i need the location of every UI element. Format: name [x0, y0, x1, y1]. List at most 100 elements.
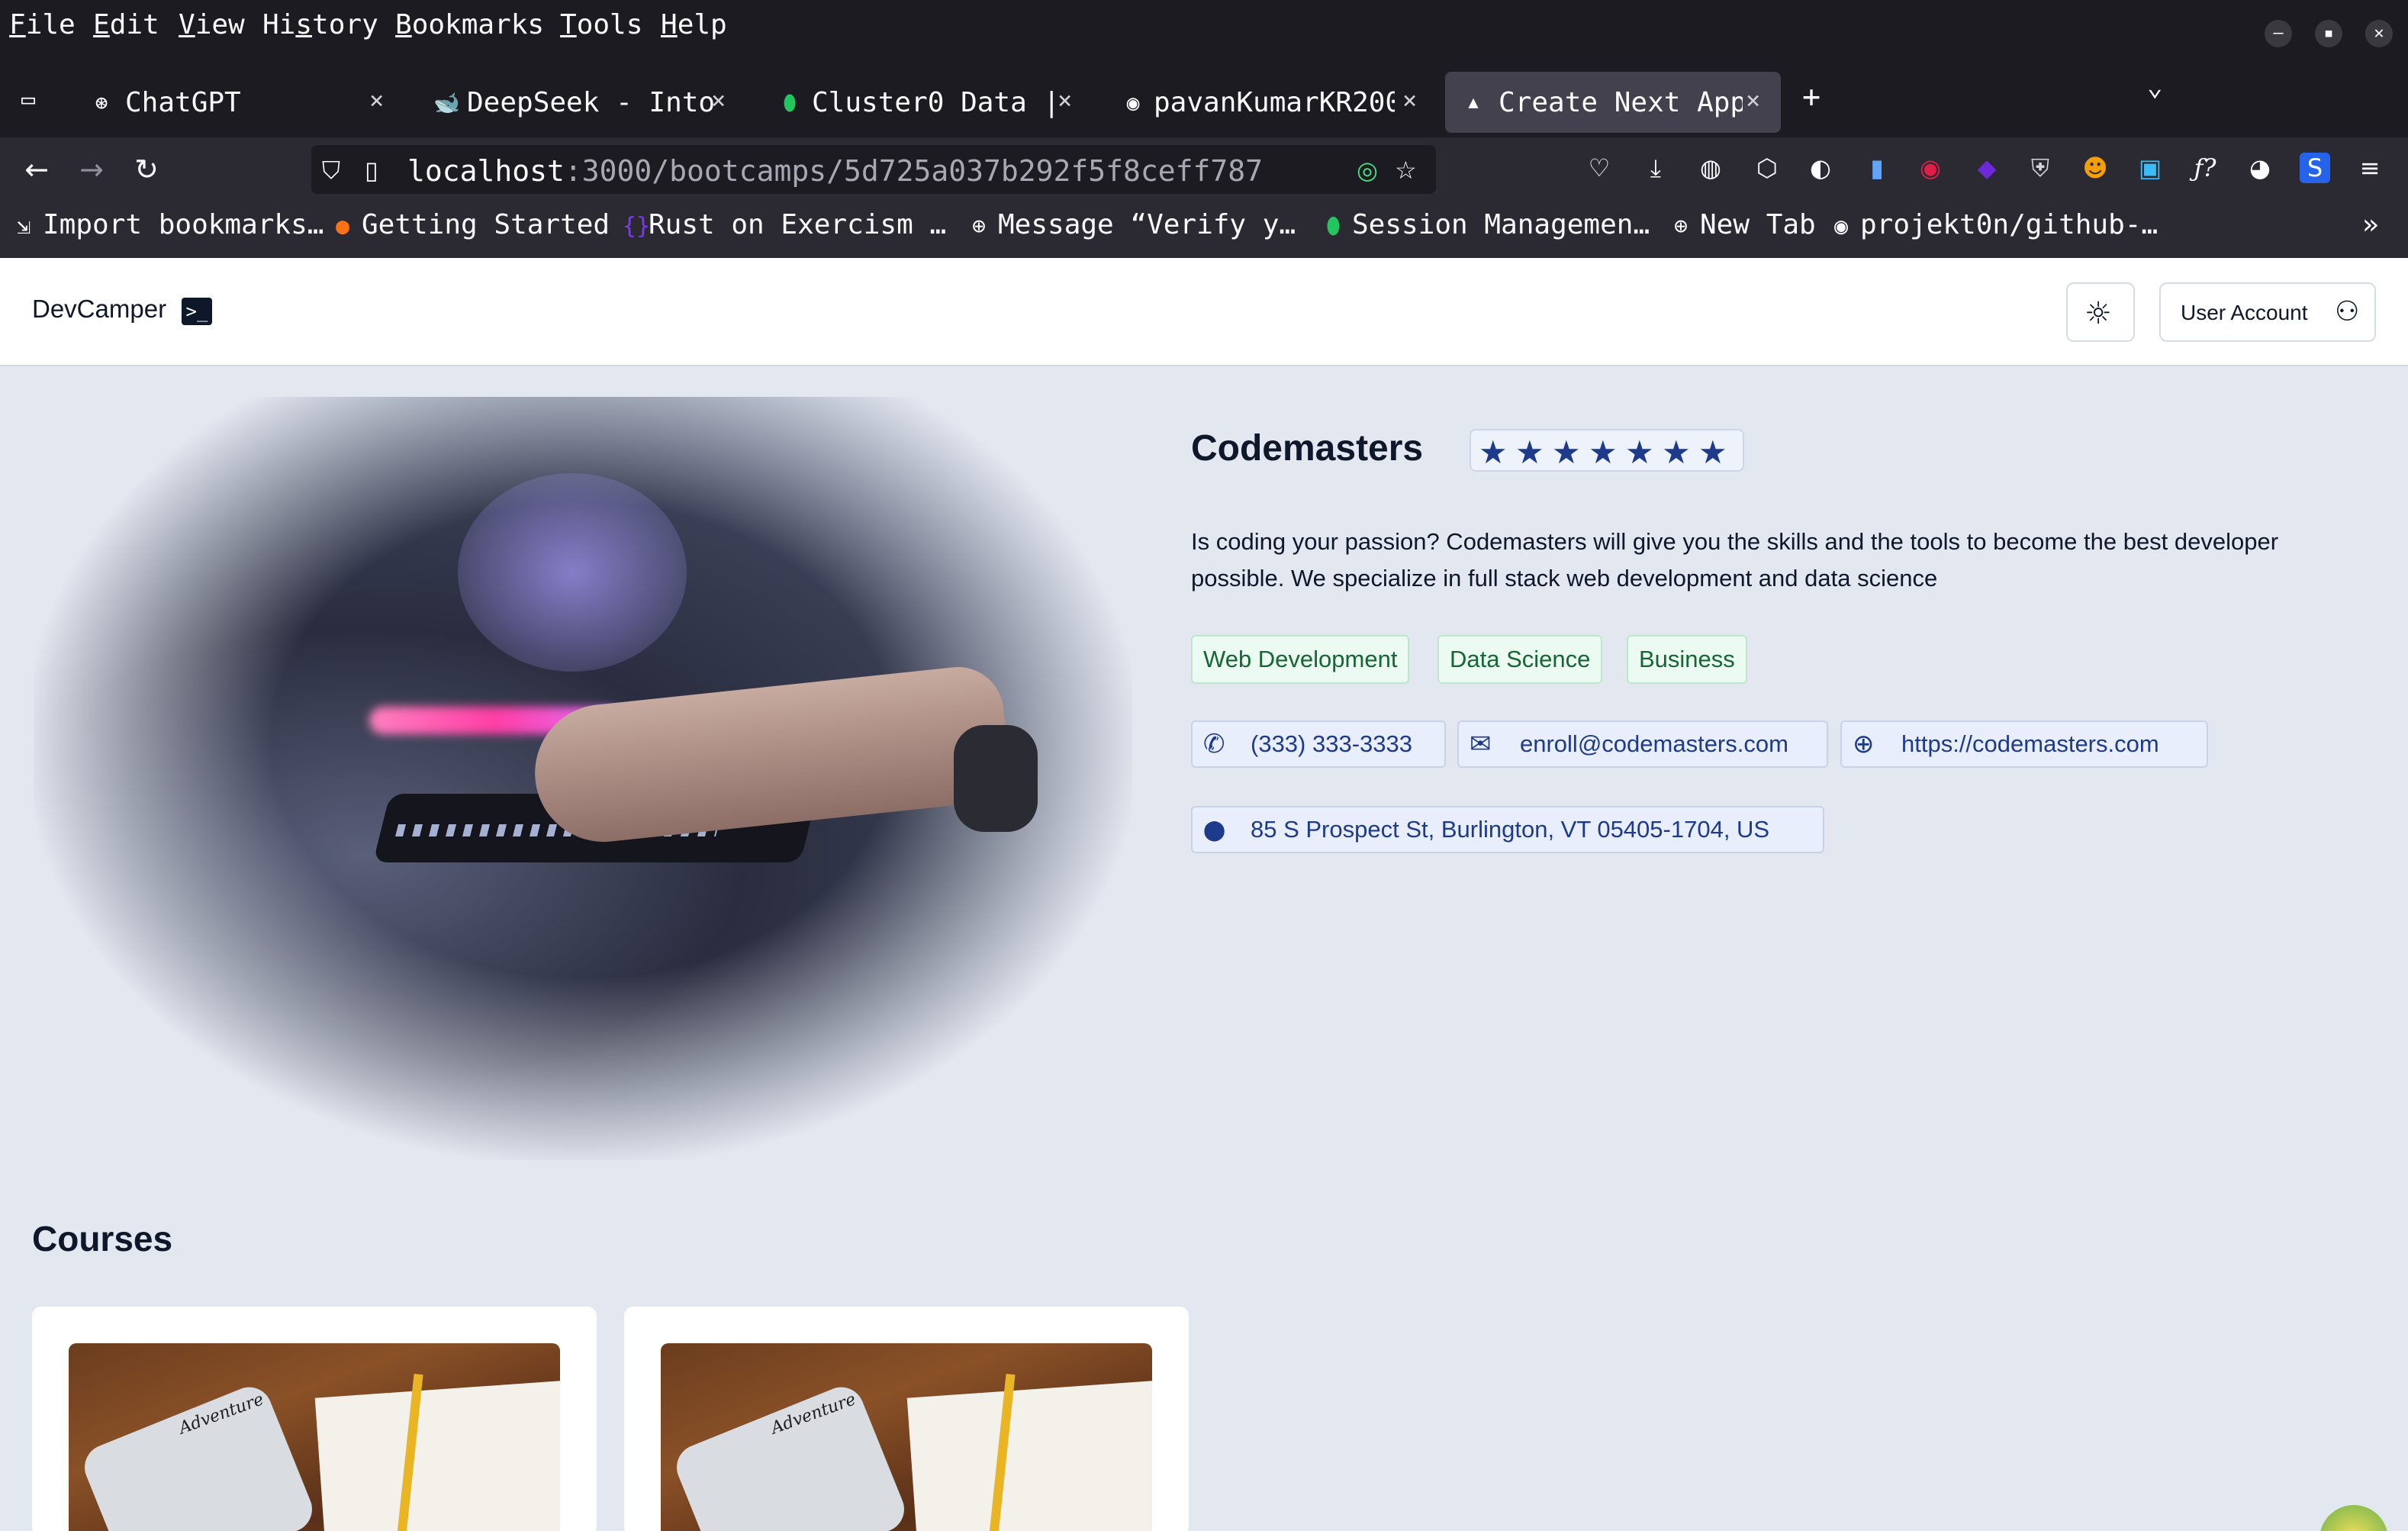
browser-chrome: File Edit View History Bookmarks Tools H…	[0, 0, 2408, 258]
address-contact[interactable]: ⬤ 85 S Prospect St, Burlington, VT 05405…	[1191, 806, 1824, 853]
course-image: Adventure	[69, 1343, 560, 1531]
chatgpt-icon: ⊛	[95, 90, 108, 115]
menu-help[interactable]: Help	[661, 9, 727, 40]
back-button[interactable]: ←	[15, 148, 58, 191]
extension-target-icon[interactable]: ◎	[1357, 156, 1378, 185]
star-icon: ★	[1625, 434, 1654, 471]
career-badge-data-science: Data Science	[1437, 635, 1603, 684]
globe-icon: ⊕	[1674, 213, 1688, 240]
notebook-shape	[906, 1380, 1152, 1531]
menu-edit[interactable]: Edit	[93, 9, 159, 40]
tab-list-chevron-icon[interactable]: ⌄	[2147, 72, 2162, 102]
url-text[interactable]: localhost:3000/bootcamps/5d725a037b292f5…	[407, 154, 1263, 188]
bookmark-projekt0n-github[interactable]: ◉ projekt0n/github-…	[1834, 209, 2158, 240]
bookmark-message-verify[interactable]: ⊕ Message “Verify y…	[972, 209, 1296, 240]
hero-watch	[954, 725, 1038, 832]
tab-github[interactable]: ◉ pavanKumarKR200 ×	[1115, 72, 1421, 133]
tab-label: Create Next App	[1499, 87, 1743, 118]
email-address: enroll@codemasters.com	[1520, 730, 1788, 757]
tab-create-next-app[interactable]: ▲ Create Next App ×	[1445, 72, 1781, 133]
sun-icon: ☼	[2084, 296, 2112, 331]
page-info-icon[interactable]: ▯	[365, 156, 378, 185]
menu-bookmarks[interactable]: Bookmarks	[395, 9, 544, 40]
shield-icon[interactable]: ⛉	[322, 156, 340, 185]
tab-bar: ▭ ⊛ ChatGPT × 🐋 DeepSeek - Into × ⬮ Clus…	[0, 67, 2408, 137]
url-bar[interactable]: ⛉ ▯ localhost:3000/bootcamps/5d725a037b2…	[311, 145, 1436, 194]
github-icon: ◉	[1126, 90, 1140, 115]
lock-extension-icon[interactable]: ▣	[2135, 153, 2165, 183]
star-icon: ★	[1589, 434, 1618, 471]
tab-close-button[interactable]: ×	[1402, 85, 1417, 114]
email-link[interactable]: ✉ enroll@codemasters.com	[1457, 720, 1828, 768]
bookmark-new-tab[interactable]: ⊕ New Tab	[1674, 209, 1816, 240]
hamburger-menu-icon[interactable]: ≡	[2355, 153, 2385, 183]
app-header: DevCamper >_ ☼ User Account ⚇	[0, 258, 2408, 366]
tab-close-button[interactable]: ×	[369, 85, 384, 114]
menu-file[interactable]: File	[9, 9, 76, 40]
floating-assistant-icon[interactable]	[2319, 1505, 2388, 1531]
theme-toggle-button[interactable]: ☼	[2066, 282, 2135, 342]
bookmark-getting-started[interactable]: ● Getting Started	[336, 209, 610, 240]
container-icon[interactable]: ▮	[1862, 153, 1892, 183]
user-icon: ⚇	[2335, 296, 2360, 327]
downloads-icon[interactable]: ⤓	[1640, 153, 1671, 183]
window-maximize-button[interactable]: ▪	[2315, 20, 2342, 47]
pocket-icon[interactable]: ♡	[1584, 153, 1614, 183]
bootcamp-description: Is coding your passion? Codemasters will…	[1191, 528, 2279, 591]
layers-extension-icon[interactable]: ◆	[1972, 153, 2002, 183]
tab-label: Cluster0 Data |	[812, 87, 1061, 118]
reload-button[interactable]: ↻	[125, 148, 168, 191]
tab-close-button[interactable]: ×	[711, 85, 726, 114]
course-card[interactable]: Adventure	[624, 1307, 1189, 1531]
s-extension-icon[interactable]: S	[2300, 153, 2330, 183]
new-tab-button[interactable]: +	[1802, 79, 1820, 114]
forward-button[interactable]: →	[70, 148, 113, 191]
account-icon[interactable]: ◍	[1695, 153, 1726, 183]
course-image: Adventure	[661, 1343, 1152, 1531]
tab-chatgpt[interactable]: ⊛ ChatGPT ×	[81, 72, 401, 133]
menu-view[interactable]: View	[179, 9, 245, 40]
globe-extension-icon[interactable]: ◐	[1805, 153, 1836, 183]
career-badge-business: Business	[1627, 635, 1747, 684]
deepseek-whale-icon: 🐋	[433, 90, 460, 115]
import-icon: ⇲	[17, 213, 31, 240]
address-text: 85 S Prospect St, Burlington, VT 05405-1…	[1251, 816, 1770, 843]
terminal-logo-icon[interactable]: >_	[182, 298, 212, 325]
tab-cluster0[interactable]: ⬮ Cluster0 Data | ×	[775, 72, 1080, 133]
user-account-button[interactable]: User Account ⚇	[2159, 282, 2376, 342]
ublock-shield-icon[interactable]: ⛨	[2025, 153, 2055, 183]
bookmark-import[interactable]: ⇲ Import bookmarks…	[17, 209, 324, 240]
nextjs-icon: ▲	[1468, 93, 1479, 112]
extensions-puzzle-icon[interactable]: ⬡	[1752, 153, 1782, 183]
menu-tools[interactable]: Tools	[560, 9, 642, 40]
window-minimize-button[interactable]: –	[2265, 20, 2292, 47]
notebook-shape	[314, 1380, 560, 1531]
tab-label: pavanKumarKR200	[1154, 87, 1395, 118]
phone-contact[interactable]: ✆ (333) 333-3333	[1191, 720, 1446, 768]
tab-deepseek[interactable]: 🐋 DeepSeek - Into ×	[427, 72, 732, 133]
window-close-button[interactable]: ✕	[2365, 20, 2393, 47]
brand-name[interactable]: DevCamper	[32, 295, 166, 324]
bookmark-star-icon[interactable]: ☆	[1395, 156, 1417, 185]
star-icon: ★	[1515, 434, 1544, 471]
bookmark-rust-exercism[interactable]: {}Rust on Exercism …	[623, 209, 946, 240]
tab-close-button[interactable]: ×	[1058, 85, 1072, 114]
paint-extension-icon[interactable]: ◕	[2245, 153, 2275, 183]
tab-close-button[interactable]: ×	[1746, 85, 1760, 114]
courses-heading: Courses	[32, 1219, 173, 1259]
bookmarks-overflow-chevron-icon[interactable]: »	[2362, 209, 2379, 240]
star-icon: ★	[1552, 434, 1581, 471]
mongodb-leaf-icon: ⬮	[783, 90, 797, 115]
website-link[interactable]: ⊕ https://codemasters.com	[1840, 720, 2208, 768]
math-function-icon[interactable]: ƒ?	[2190, 153, 2220, 183]
bookmark-session-management[interactable]: ⬮ Session Managemen…	[1326, 209, 1650, 240]
star-icon: ★	[1479, 434, 1508, 471]
phone-number: (333) 333-3333	[1251, 730, 1412, 757]
record-icon[interactable]: ◉	[1915, 153, 1946, 183]
navigation-bar: ← → ↻ ⛉ ▯ localhost:3000/bootcamps/5d725…	[0, 137, 2408, 200]
reader-extension-icon[interactable]: ☻	[2080, 153, 2110, 183]
tab-overview-icon[interactable]: ▭	[17, 89, 40, 111]
course-card[interactable]: Adventure	[32, 1307, 597, 1531]
hero-light-glow	[458, 473, 687, 672]
menu-history[interactable]: History	[262, 9, 378, 40]
